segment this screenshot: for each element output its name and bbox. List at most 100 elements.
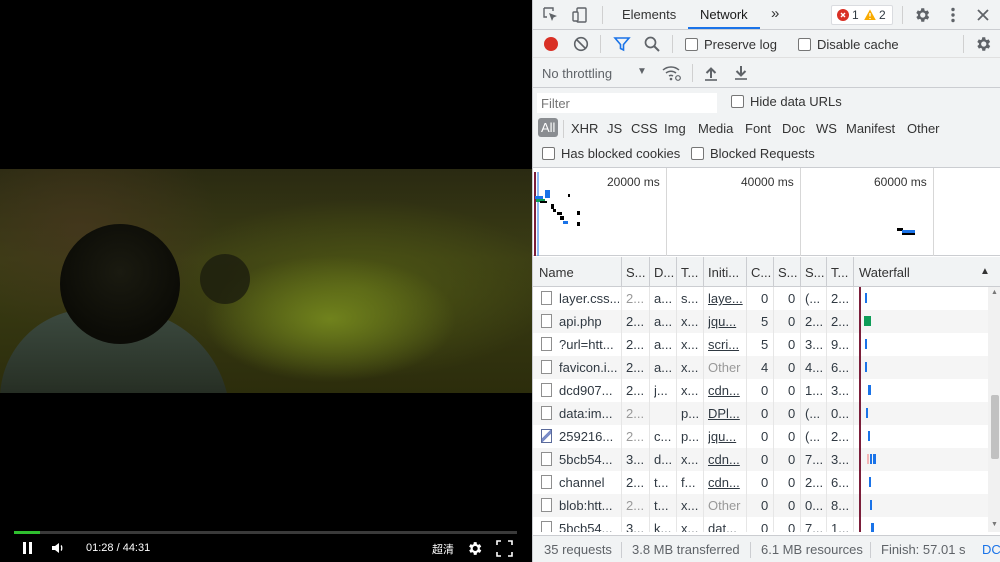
column-divider[interactable] bbox=[703, 257, 704, 287]
record-button[interactable] bbox=[542, 35, 560, 53]
hide-data-urls-checkbox[interactable] bbox=[731, 95, 744, 108]
column-divider[interactable] bbox=[773, 257, 774, 287]
cell-initiator[interactable]: dat... bbox=[708, 521, 744, 532]
column-header-name[interactable]: Name bbox=[539, 265, 619, 280]
scroll-down-icon[interactable]: ▼ bbox=[991, 521, 998, 528]
column-header-size[interactable]: S... bbox=[805, 265, 825, 280]
throttling-select[interactable]: No throttling bbox=[542, 66, 612, 81]
search-button[interactable] bbox=[643, 35, 661, 53]
close-devtools-button[interactable] bbox=[974, 6, 992, 24]
network-settings-button[interactable] bbox=[974, 35, 992, 53]
cell-initiator[interactable]: DPl... bbox=[708, 406, 744, 421]
request-table-body[interactable]: layer.css... 2... a... s... laye... 0 0 (... 2..… bbox=[533, 287, 988, 532]
column-header-time[interactable]: T... bbox=[831, 265, 851, 280]
type-filter-xhr[interactable]: XHR bbox=[571, 121, 598, 136]
waterfall-bar[interactable] bbox=[873, 454, 876, 464]
progress-bar[interactable] bbox=[14, 531, 517, 534]
table-row[interactable]: ?url=htt... 2... a... x... scri... 5 0 3... 9... bbox=[533, 333, 988, 356]
waterfall-bar[interactable] bbox=[868, 385, 871, 395]
chevron-down-icon[interactable]: ▼ bbox=[637, 66, 647, 77]
cell-initiator[interactable]: laye... bbox=[708, 291, 744, 306]
table-row[interactable]: 5bcb54... 3... k... x... dat... 0 0 7... 1... bbox=[533, 517, 988, 532]
inspect-element-button[interactable] bbox=[542, 6, 560, 24]
import-har-button[interactable] bbox=[702, 64, 720, 82]
waterfall-bar[interactable] bbox=[867, 316, 871, 326]
export-har-button[interactable] bbox=[732, 64, 750, 82]
table-scrollbar[interactable]: ▲ ▼ bbox=[988, 287, 1000, 532]
column-header-domain[interactable]: D... bbox=[654, 265, 676, 280]
cell-initiator[interactable]: cdn... bbox=[708, 452, 744, 467]
waterfall-bar[interactable] bbox=[868, 431, 870, 441]
type-filter-all[interactable]: All bbox=[538, 118, 559, 137]
volume-button[interactable] bbox=[50, 540, 66, 556]
cell-initiator[interactable]: cdn... bbox=[708, 383, 744, 398]
cell-initiator[interactable]: cdn... bbox=[708, 475, 744, 490]
waterfall-bar[interactable] bbox=[866, 408, 868, 418]
devtools-menu-button[interactable] bbox=[944, 6, 962, 24]
pause-button[interactable] bbox=[20, 541, 34, 555]
type-filter-ws[interactable]: WS bbox=[816, 121, 837, 136]
video-player[interactable]: 01:28 / 44:31 超清 bbox=[0, 0, 532, 562]
devtools-settings-button[interactable] bbox=[913, 6, 931, 24]
column-divider[interactable] bbox=[676, 257, 677, 287]
column-divider[interactable] bbox=[746, 257, 747, 287]
table-row[interactable]: favicon.i... 2... a... x... Other 4 0 4... 6... bbox=[533, 356, 988, 379]
column-header-s[interactable]: S... bbox=[778, 265, 798, 280]
waterfall-bar[interactable] bbox=[870, 454, 872, 464]
disable-cache-checkbox[interactable] bbox=[798, 38, 811, 51]
sort-ascending-icon[interactable]: ▲ bbox=[980, 266, 990, 277]
waterfall-bar[interactable] bbox=[871, 523, 874, 532]
waterfall-bar[interactable] bbox=[865, 293, 867, 303]
blocked-requests-checkbox[interactable] bbox=[691, 147, 704, 160]
table-row[interactable]: layer.css... 2... a... s... laye... 0 0 (... 2..… bbox=[533, 287, 988, 310]
column-divider[interactable] bbox=[649, 257, 650, 287]
type-filter-other[interactable]: Other bbox=[907, 121, 940, 136]
column-header-status[interactable]: S... bbox=[626, 265, 648, 280]
has-blocked-cookies-checkbox[interactable] bbox=[542, 147, 555, 160]
settings-button[interactable] bbox=[466, 540, 483, 557]
cell-initiator[interactable]: jqu... bbox=[708, 314, 744, 329]
cell-initiator[interactable]: jqu... bbox=[708, 429, 744, 444]
column-divider[interactable] bbox=[800, 257, 801, 287]
type-filter-doc[interactable]: Doc bbox=[782, 121, 805, 136]
video-frame[interactable] bbox=[0, 169, 532, 393]
column-divider[interactable] bbox=[621, 257, 622, 287]
table-row[interactable]: blob:htt... 2... t... x... Other 0 0 0... 8... bbox=[533, 494, 988, 517]
type-filter-media[interactable]: Media bbox=[698, 121, 733, 136]
waterfall-bar[interactable] bbox=[867, 454, 869, 464]
quality-selector[interactable]: 超清 bbox=[432, 541, 454, 557]
column-header-c[interactable]: C... bbox=[751, 265, 771, 280]
more-tabs-button[interactable]: » bbox=[771, 5, 779, 22]
filter-input[interactable] bbox=[537, 93, 717, 113]
network-conditions-button[interactable] bbox=[662, 64, 681, 82]
clear-button[interactable] bbox=[572, 35, 590, 53]
waterfall-bar[interactable] bbox=[869, 477, 871, 487]
network-overview[interactable]: 20000 ms 40000 ms 60000 ms bbox=[533, 168, 1000, 256]
issues-badge[interactable]: 1 2 bbox=[831, 5, 893, 25]
table-row[interactable]: data:im... 2... p... DPl... 0 0 (... 0... bbox=[533, 402, 988, 425]
type-filter-font[interactable]: Font bbox=[745, 121, 771, 136]
scroll-up-icon[interactable]: ▲ bbox=[991, 289, 998, 296]
table-row[interactable]: 259216... 2... c... p... jqu... 0 0 (... 2... bbox=[533, 425, 988, 448]
table-row[interactable]: dcd907... 2... j... x... cdn... 0 0 1... 3... bbox=[533, 379, 988, 402]
fullscreen-button[interactable] bbox=[496, 540, 513, 557]
cell-initiator[interactable]: scri... bbox=[708, 337, 744, 352]
type-filter-img[interactable]: Img bbox=[664, 121, 686, 136]
table-row[interactable]: api.php 2... a... x... jqu... 5 0 2... 2... bbox=[533, 310, 988, 333]
column-header-initiator[interactable]: Initi... bbox=[708, 265, 746, 280]
tab-elements[interactable]: Elements bbox=[622, 7, 676, 22]
scrollbar-thumb[interactable] bbox=[991, 395, 999, 459]
preserve-log-checkbox[interactable] bbox=[685, 38, 698, 51]
column-divider[interactable] bbox=[826, 257, 827, 287]
type-filter-js[interactable]: JS bbox=[607, 121, 622, 136]
column-header-waterfall[interactable]: Waterfall bbox=[859, 265, 949, 280]
waterfall-bar[interactable] bbox=[865, 362, 867, 372]
table-row[interactable]: channel 2... t... f... cdn... 0 0 2... 6... bbox=[533, 471, 988, 494]
table-row[interactable]: 5bcb54... 3... d... x... cdn... 0 0 7... 3... bbox=[533, 448, 988, 471]
tab-network[interactable]: Network bbox=[700, 7, 748, 22]
column-divider[interactable] bbox=[853, 257, 854, 287]
column-header-type[interactable]: T... bbox=[681, 265, 703, 280]
type-filter-manifest[interactable]: Manifest bbox=[846, 121, 895, 136]
filter-toggle-button[interactable] bbox=[613, 35, 631, 53]
waterfall-bar[interactable] bbox=[865, 339, 867, 349]
